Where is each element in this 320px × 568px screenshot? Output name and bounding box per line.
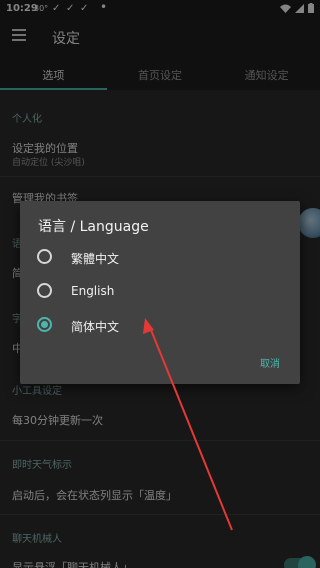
annotation-arrow-icon bbox=[143, 318, 233, 531]
